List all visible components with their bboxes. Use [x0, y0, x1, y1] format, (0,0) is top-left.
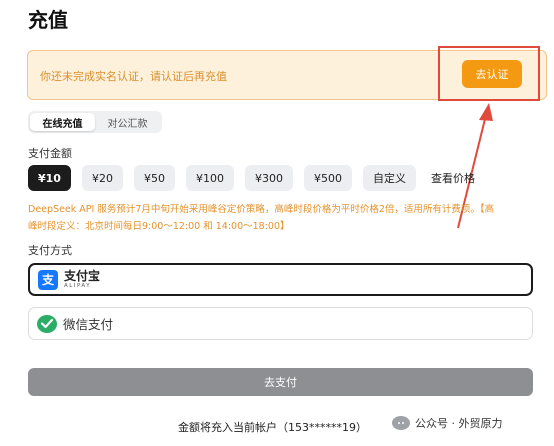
amount-option-50[interactable]: ¥50	[133, 165, 175, 191]
payment-method-label: 支付方式	[28, 244, 72, 257]
amount-option-custom[interactable]: 自定义	[362, 165, 416, 191]
tab-corporate-transfer[interactable]: 对公汇款	[95, 113, 160, 131]
wechat-icon	[37, 314, 57, 333]
wechat-pay-option[interactable]: 微信支付	[28, 307, 533, 340]
wechat-pay-name: 微信支付	[63, 317, 114, 332]
amount-option-20[interactable]: ¥20	[81, 165, 123, 191]
pricing-note: DeepSeek API 服务预计7月中旬开始采用峰谷定价策略，高峰时段价格为平…	[28, 201, 542, 235]
view-price-link[interactable]: 查看价格	[427, 170, 479, 186]
amount-option-100[interactable]: ¥100	[185, 165, 234, 191]
recharge-tabs: 在线充值 对公汇款	[28, 111, 162, 133]
verification-notice: 你还未完成实名认证，请认证后再充值 去认证	[27, 50, 547, 100]
page-title: 充值	[28, 8, 68, 32]
watermark-text: 公众号 · 外贸原力	[415, 417, 503, 430]
amount-options: ¥10 ¥20 ¥50 ¥100 ¥300 ¥500 自定义 查看价格	[28, 165, 479, 191]
amount-option-500[interactable]: ¥500	[303, 165, 352, 191]
wechat-official-account-icon	[392, 416, 410, 430]
pay-button[interactable]: 去支付	[28, 368, 533, 396]
alipay-option[interactable]: 支 支付宝 ALIPAY	[28, 263, 533, 296]
pricing-note-line: 峰时段定义：北京时间每日9:00～12:00 和 14:00～18:00】	[28, 221, 290, 232]
alipay-icon: 支	[38, 269, 58, 290]
tab-online-recharge[interactable]: 在线充值	[30, 113, 95, 131]
amount-option-10[interactable]: ¥10	[28, 165, 71, 191]
notice-text: 你还未完成实名认证，请认证后再充值	[40, 70, 227, 83]
account-note: 金额将充入当前帐户（153******19）	[178, 421, 367, 434]
alipay-sub: ALIPAY	[64, 282, 92, 289]
watermark: 公众号 · 外贸原力	[392, 415, 503, 431]
pricing-note-line: DeepSeek API 服务预计7月中旬开始采用峰谷定价策略，高峰时段价格为平…	[28, 204, 495, 215]
amount-label: 支付金额	[28, 147, 72, 160]
alipay-name: 支付宝	[64, 268, 101, 283]
verify-button[interactable]: 去认证	[462, 60, 522, 88]
amount-option-300[interactable]: ¥300	[244, 165, 293, 191]
